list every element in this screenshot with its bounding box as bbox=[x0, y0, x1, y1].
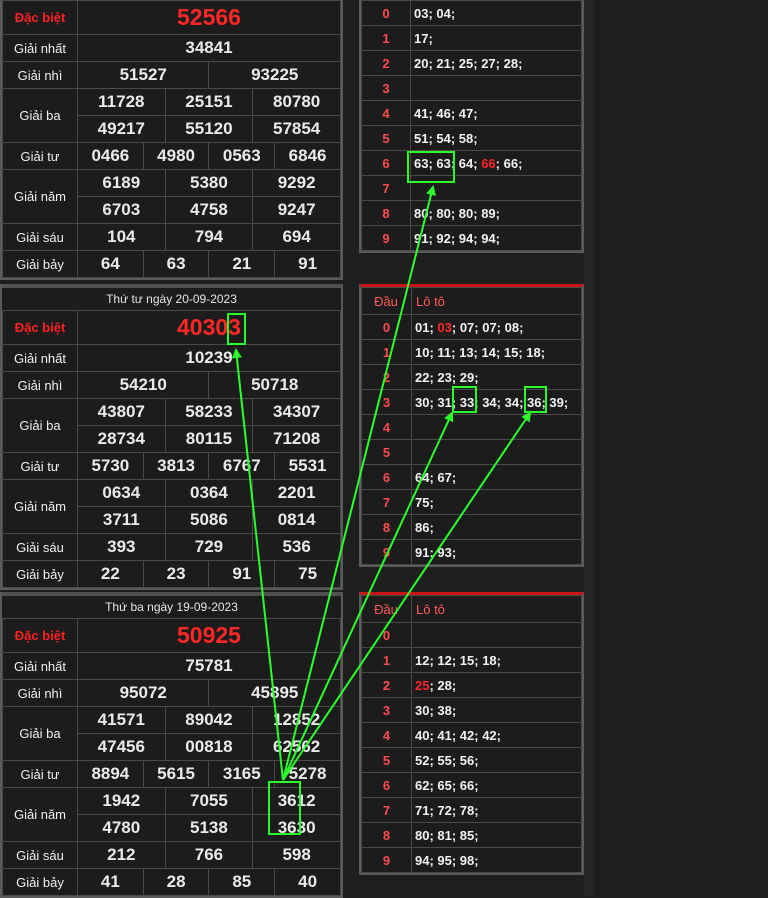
arrow-line bbox=[282, 411, 532, 781]
highlight-box bbox=[452, 386, 477, 413]
annotation-overlay bbox=[227, 151, 547, 835]
highlight-box bbox=[268, 781, 301, 835]
highlight-box bbox=[227, 313, 246, 345]
arrow-line bbox=[231, 348, 284, 781]
highlight-box bbox=[524, 386, 547, 413]
arrow-line bbox=[282, 185, 436, 781]
highlight-box bbox=[407, 151, 455, 183]
arrow-line bbox=[282, 411, 454, 781]
